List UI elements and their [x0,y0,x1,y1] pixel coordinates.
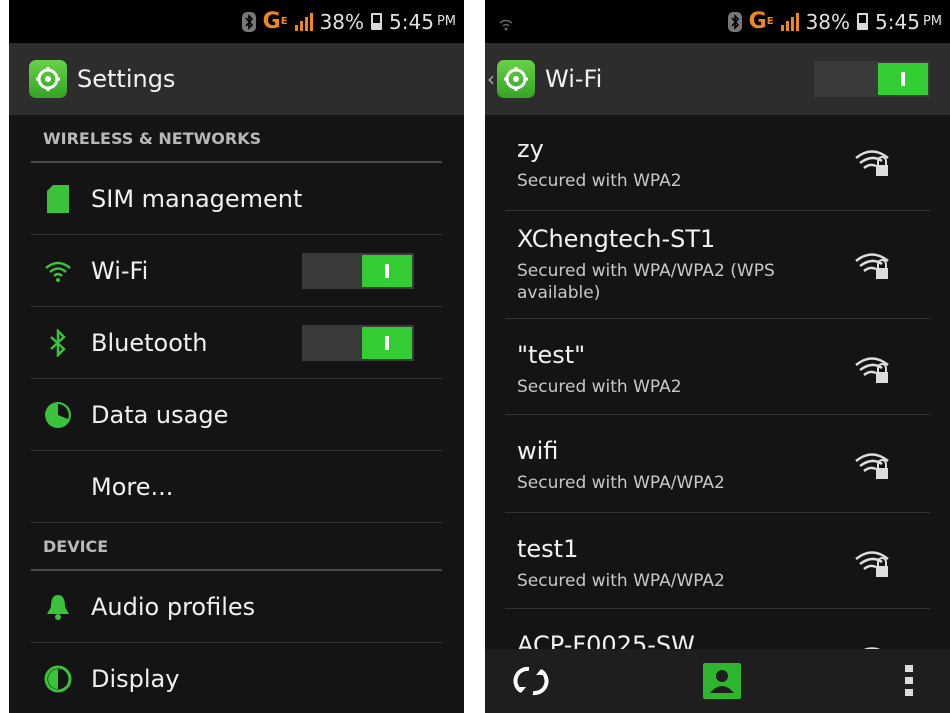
bluetooth-status-icon [241,11,256,32]
display-icon [43,664,73,694]
section-header-device: DEVICE [31,523,442,571]
status-bar: GE 38% 5:45 PM [9,0,464,43]
wps-icon[interactable] [513,665,549,701]
action-bar: ‹ Wi-Fi [485,43,950,115]
add-network-icon[interactable] [703,663,741,703]
wifi-screen: GE 38% 5:45 PM ‹ Wi-Fi zy Secured with WP… [485,0,950,713]
settings-item-label: Audio profiles [91,592,256,621]
bluetooth-status-icon [727,11,742,32]
wifi-signal-locked-icon [855,453,889,479]
toggle-knob [362,254,412,287]
back-chevron-icon[interactable]: ‹ [487,67,495,91]
wifi-network-list: zy Secured with WPA2 XChengtech-ST1 Secu… [485,115,950,713]
toggle-knob [878,63,928,95]
wifi-security: Secured with WPA/WPA2 (WPS available) [517,261,775,303]
settings-item-label: Bluetooth [91,328,208,357]
wifi-signal-locked-icon [855,253,889,279]
settings-item-audio-profiles[interactable]: Audio profiles [31,571,442,643]
settings-item-label: Display [91,664,180,693]
settings-item-wifi[interactable]: Wi-Fi [31,235,442,307]
wifi-signal-locked-icon [855,150,889,176]
clock: 5:45 PM [389,9,456,34]
data-usage-icon [43,400,73,430]
bottom-action-bar [485,649,950,713]
wifi-signal-locked-icon [855,357,889,383]
clock: 5:45 PM [875,9,942,34]
battery-icon [857,13,869,30]
settings-item-display[interactable]: Display [31,643,442,713]
wifi-security: Secured with WPA/WPA2 [517,473,725,493]
wifi-network-item[interactable]: XChengtech-ST1 Secured with WPA/WPA2 (WP… [505,211,930,319]
bell-icon [43,592,73,622]
settings-item-data-usage[interactable]: Data usage [31,379,442,451]
settings-list: WIRELESS & NETWORKS SIM management Wi-Fi… [9,115,464,713]
wifi-network-item[interactable]: wifi Secured with WPA/WPA2 [505,415,930,513]
wifi-signal-locked-icon [855,551,889,577]
wifi-icon [43,256,73,286]
wifi-toggle[interactable] [302,252,414,289]
wifi-ssid: "test" [517,341,586,369]
settings-item-sim-management[interactable]: SIM management [31,163,442,235]
settings-item-label: Wi-Fi [91,256,149,285]
network-type-indicator: GE [748,9,774,34]
battery-percent: 38% [319,9,365,34]
network-type-indicator: GE [262,9,288,34]
settings-gear-icon[interactable] [29,60,67,98]
wifi-security: Secured with WPA2 [517,377,682,397]
status-bar: GE 38% 5:45 PM [485,0,950,43]
settings-item-label: More... [91,472,174,501]
wifi-network-item[interactable]: zy Secured with WPA2 [505,115,930,211]
action-bar: Settings [9,43,464,115]
settings-item-label: Data usage [91,400,229,429]
settings-gear-icon[interactable] [497,60,535,98]
bluetooth-icon [43,328,73,358]
page-title: Wi-Fi [545,65,603,93]
section-header-wireless: WIRELESS & NETWORKS [31,115,442,163]
toggle-knob [362,326,412,359]
wifi-network-item[interactable]: test1 Secured with WPA/WPA2 [505,513,930,609]
settings-item-bluetooth[interactable]: Bluetooth [31,307,442,379]
wifi-master-toggle[interactable] [814,61,930,97]
sim-card-icon [43,184,73,214]
settings-item-more[interactable]: More... [31,451,442,523]
wifi-network-item[interactable]: "test" Secured with WPA2 [505,319,930,415]
page-title: Settings [77,65,176,93]
wifi-security: Secured with WPA/WPA2 [517,571,725,591]
bluetooth-toggle[interactable] [302,324,414,361]
settings-screen: GE 38% 5:45 PM Settings WIRELESS & NETWOR… [9,0,464,713]
signal-strength-icon [294,12,313,31]
overflow-menu-icon[interactable] [905,665,913,701]
wifi-ssid: wifi [517,437,559,465]
battery-icon [371,13,383,30]
battery-percent: 38% [805,9,851,34]
wifi-ssid: zy [517,135,544,163]
wifi-ssid: test1 [517,535,579,563]
wifi-status-icon [499,12,513,36]
wifi-security: Secured with WPA2 [517,171,682,191]
wifi-ssid: XChengtech-ST1 [517,225,716,253]
signal-strength-icon [780,12,799,31]
settings-item-label: SIM management [91,184,303,213]
